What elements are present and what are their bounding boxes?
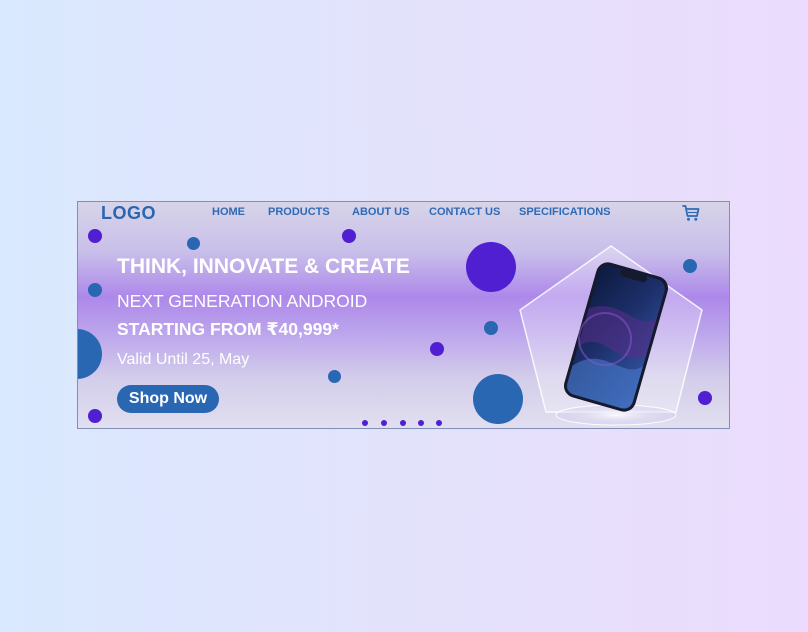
decor-circle: [484, 321, 498, 335]
decor-circle: [466, 242, 516, 292]
validity-text: Valid Until 25, May: [117, 351, 250, 368]
product-showcase: [519, 245, 703, 426]
decor-circle: [88, 409, 102, 423]
carousel-dot-3[interactable]: [400, 420, 406, 426]
decor-circle: [342, 229, 356, 243]
nav-products-link[interactable]: PRODUCTS: [268, 206, 330, 218]
hero-banner: LOGO HOME PRODUCTS ABOUT US CONTACT US S…: [77, 201, 730, 429]
shop-now-button[interactable]: Shop Now: [117, 385, 219, 413]
hero-subheadline: NEXT GENERATION ANDROID: [117, 291, 368, 311]
decor-circle: [78, 329, 102, 379]
top-navigation: LOGO HOME PRODUCTS ABOUT US CONTACT US S…: [78, 202, 729, 226]
cart-icon[interactable]: [681, 203, 701, 223]
nav-about-link[interactable]: ABOUT US: [352, 206, 409, 218]
nav-home-link[interactable]: HOME: [212, 206, 245, 218]
nav-contact-link[interactable]: CONTACT US: [429, 206, 500, 218]
price-line: STARTING FROM ₹40,999*: [117, 319, 339, 339]
carousel-dot-1[interactable]: [362, 420, 368, 426]
decor-circle: [187, 237, 200, 250]
carousel-dot-4[interactable]: [418, 420, 424, 426]
carousel-dot-2[interactable]: [381, 420, 387, 426]
hero-headline: THINK, INNOVATE & CREATE: [117, 255, 410, 278]
carousel-dot-5[interactable]: [436, 420, 442, 426]
decor-circle: [328, 370, 341, 383]
decor-circle: [88, 229, 102, 243]
logo[interactable]: LOGO: [101, 203, 156, 224]
decor-circle: [430, 342, 444, 356]
nav-specifications-link[interactable]: SPECIFICATIONS: [519, 206, 610, 218]
decor-circle: [88, 283, 102, 297]
